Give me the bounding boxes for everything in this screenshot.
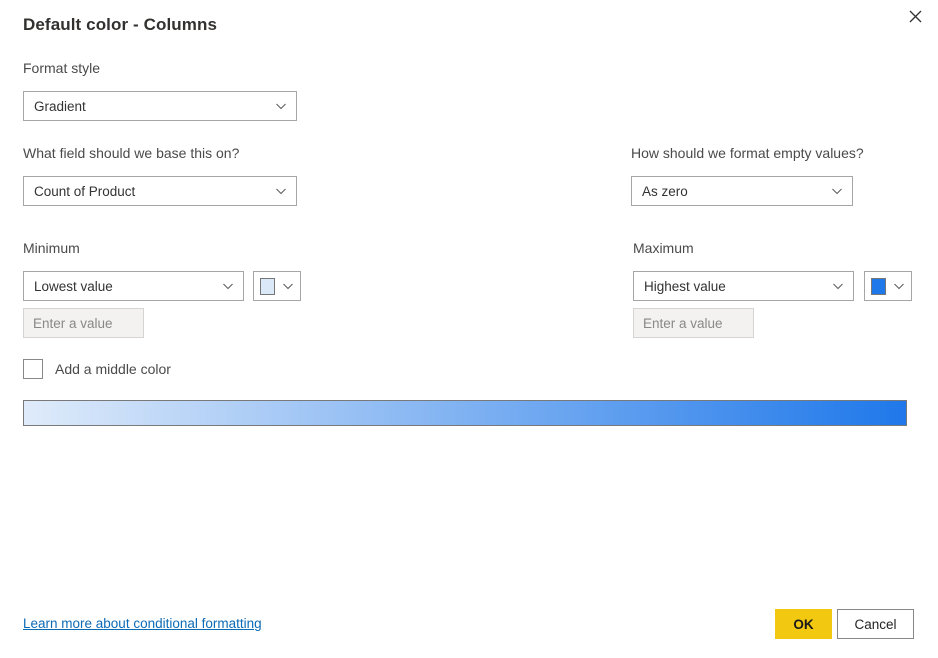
format-style-dropdown[interactable]: Gradient — [23, 91, 297, 121]
minimum-color-swatch — [260, 278, 275, 295]
add-middle-color-checkbox[interactable] — [23, 359, 43, 379]
format-style-label: Format style — [23, 60, 100, 76]
base-field-value: Count of Product — [34, 184, 268, 199]
base-field-dropdown[interactable]: Count of Product — [23, 176, 297, 206]
minimum-label: Minimum — [23, 240, 80, 256]
close-button[interactable] — [892, 0, 938, 32]
chevron-down-icon — [831, 279, 845, 293]
minimum-value-input[interactable] — [23, 308, 144, 338]
minimum-color-picker[interactable] — [253, 271, 301, 301]
maximum-value: Highest value — [644, 279, 825, 294]
learn-more-link[interactable]: Learn more about conditional formatting — [23, 616, 262, 631]
empty-values-label: How should we format empty values? — [631, 145, 864, 161]
chevron-down-icon — [830, 184, 844, 198]
cancel-button[interactable]: Cancel — [837, 609, 914, 639]
conditional-formatting-dialog: Default color - Columns Format style Gra… — [0, 0, 938, 658]
maximum-value-input[interactable] — [633, 308, 754, 338]
maximum-label: Maximum — [633, 240, 694, 256]
add-middle-color-row[interactable]: Add a middle color — [23, 359, 171, 379]
chevron-down-icon — [221, 279, 235, 293]
maximum-color-picker[interactable] — [864, 271, 912, 301]
chevron-down-icon — [281, 279, 295, 293]
close-icon — [909, 10, 922, 23]
ok-button[interactable]: OK — [775, 609, 832, 639]
empty-values-dropdown[interactable]: As zero — [631, 176, 853, 206]
empty-values-value: As zero — [642, 184, 824, 199]
base-field-label: What field should we base this on? — [23, 145, 239, 161]
chevron-down-icon — [274, 99, 288, 113]
dialog-title: Default color - Columns — [23, 15, 217, 35]
minimum-value: Lowest value — [34, 279, 215, 294]
maximum-dropdown[interactable]: Highest value — [633, 271, 854, 301]
chevron-down-icon — [892, 279, 906, 293]
minimum-dropdown[interactable]: Lowest value — [23, 271, 244, 301]
add-middle-color-label: Add a middle color — [55, 361, 171, 377]
chevron-down-icon — [274, 184, 288, 198]
gradient-preview-bar — [23, 400, 907, 426]
format-style-value: Gradient — [34, 99, 268, 114]
maximum-color-swatch — [871, 278, 886, 295]
